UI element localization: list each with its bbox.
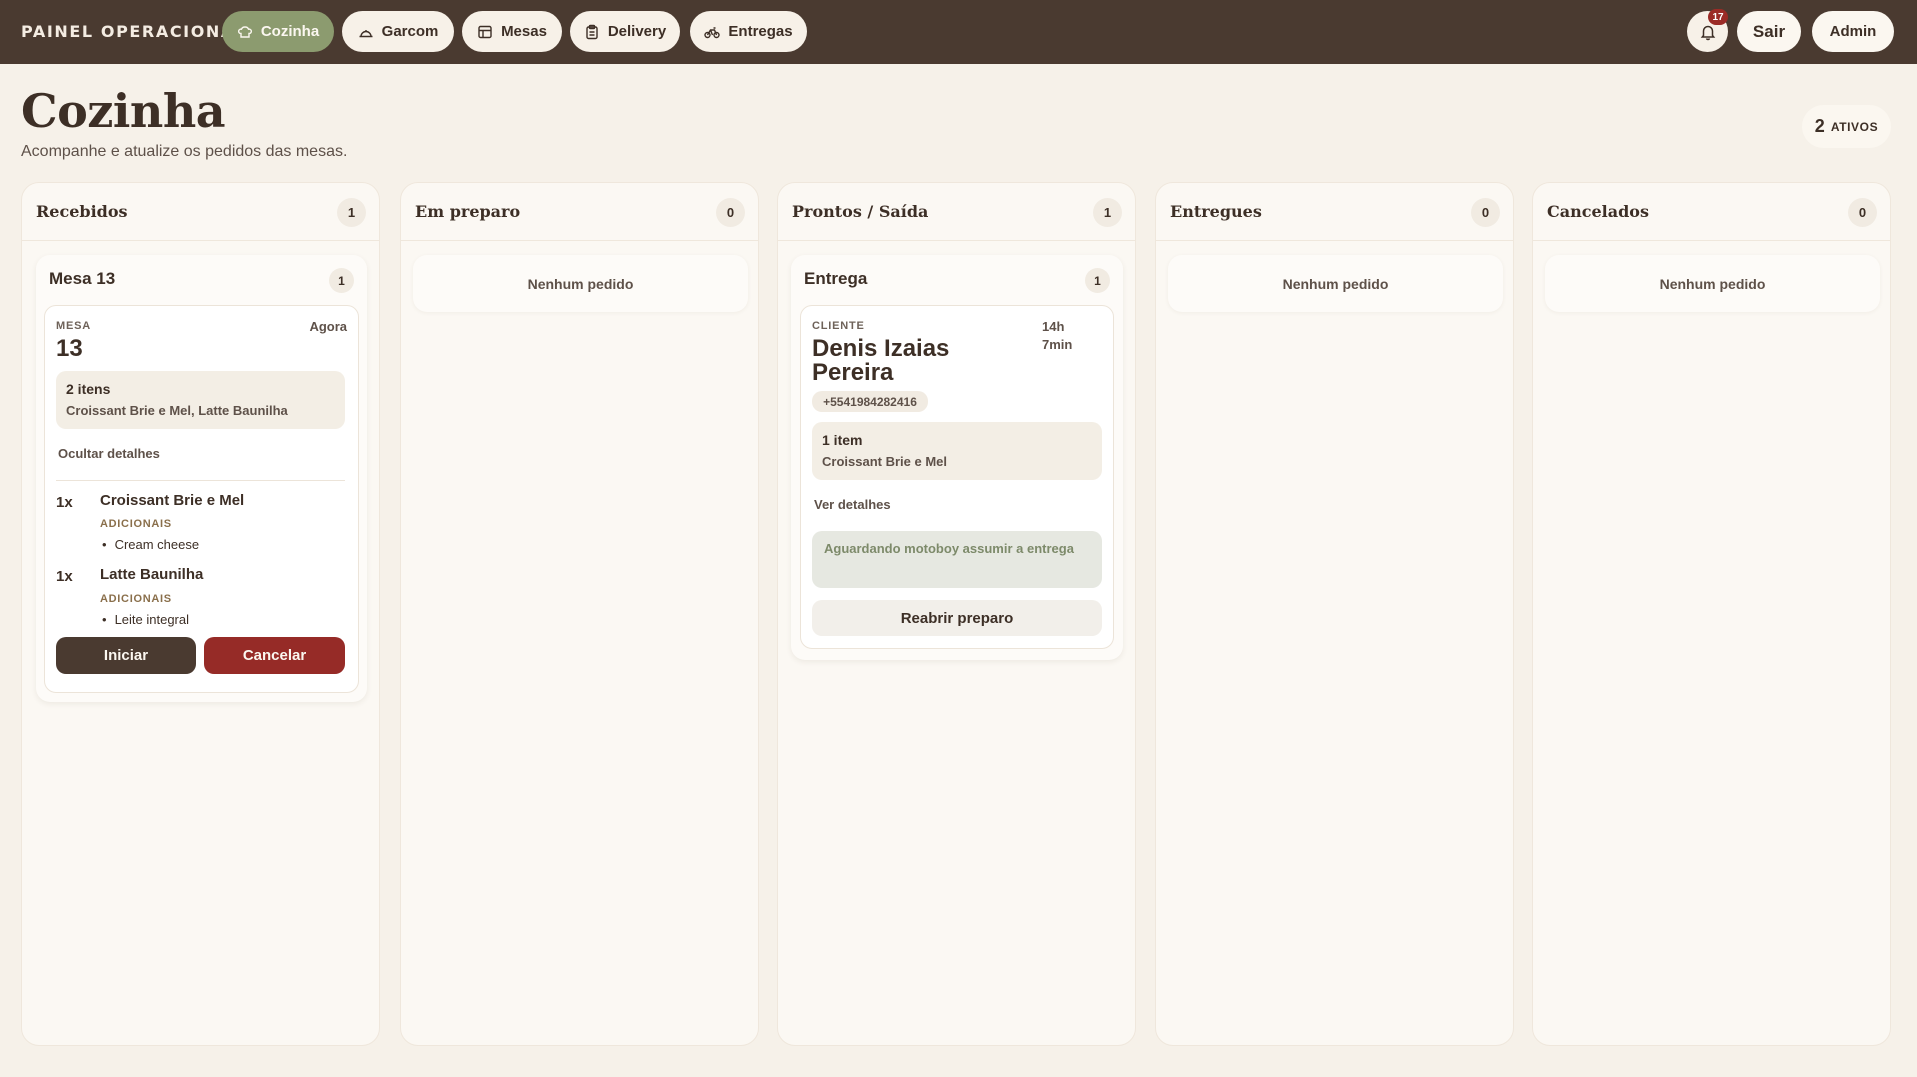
toggle-details-link[interactable]: Ver detalhes [814, 497, 891, 512]
order-type-label: CLIENTE [812, 320, 865, 332]
client-name-line1: Denis Izaias [812, 335, 950, 362]
waiting-status: Aguardando motoboy assumir a entrega [812, 531, 1102, 588]
addon-item: Leite integral [102, 612, 189, 627]
item-qty: 1x [56, 568, 73, 585]
order-group-entrega: Entrega 1 CLIENTE Denis Izaias Pereira 1… [791, 255, 1123, 660]
notification-count-badge: 17 [1708, 9, 1728, 25]
column-header: Prontos / Saída 1 [778, 183, 1135, 241]
items-names: Croissant Brie e Mel [822, 454, 947, 469]
column-count: 0 [716, 198, 745, 227]
nav-label: Entregas [728, 23, 793, 40]
column-header: Entregues 0 [1156, 183, 1513, 241]
divider [56, 480, 345, 481]
item-qty: 1x [56, 494, 73, 511]
nav-tab-entregas[interactable]: Entregas [690, 11, 807, 52]
group-count: 1 [1085, 268, 1110, 293]
logout-button[interactable]: Sair [1737, 11, 1801, 52]
clipboard-icon [586, 24, 598, 39]
items-names: Croissant Brie e Mel, Latte Baunilha [66, 403, 288, 418]
table-number: 13 [56, 335, 83, 362]
chef-hat-icon [237, 25, 252, 38]
order-group-mesa: Mesa 13 1 MESA 13 Agora 2 itens Croissan… [36, 255, 367, 702]
order-summary: 2 itens Croissant Brie e Mel, Latte Baun… [56, 371, 345, 429]
order-card[interactable]: MESA 13 Agora 2 itens Croissant Brie e M… [44, 305, 359, 693]
cloche-icon [359, 29, 373, 37]
column-title: Em preparo [415, 202, 521, 221]
client-phone: +5541984282416 [812, 391, 928, 412]
addon-item: Cream cheese [102, 537, 200, 552]
empty-state: Nenhum pedido [1168, 255, 1503, 312]
nav-tab-mesas[interactable]: Mesas [462, 11, 562, 52]
toggle-details-link[interactable]: Ocultar detalhes [58, 446, 160, 461]
column-title: Recebidos [36, 202, 128, 221]
nav-label: Cozinha [260, 23, 320, 40]
empty-state: Nenhum pedido [1545, 255, 1880, 312]
column-title: Prontos / Saída [792, 202, 929, 221]
group-count: 1 [329, 268, 354, 293]
active-orders-badge: 2 ATIVOS [1802, 105, 1891, 148]
column-em-preparo: Em preparo 0 Nenhum pedido [400, 182, 759, 1046]
items-count: 2 itens [66, 381, 111, 397]
column-entregues: Entregues 0 Nenhum pedido [1155, 182, 1514, 1046]
elapsed-minutes: 7min [1042, 337, 1073, 352]
group-title: Mesa 13 [49, 269, 116, 288]
column-count: 0 [1471, 198, 1500, 227]
column-title: Cancelados [1547, 202, 1649, 221]
column-cancelados: Cancelados 0 Nenhum pedido [1532, 182, 1891, 1046]
group-title: Entrega [804, 269, 868, 288]
column-title: Entregues [1170, 202, 1262, 221]
column-recebidos: Recebidos 1 Mesa 13 1 MESA 13 Agora 2 it… [21, 182, 380, 1046]
active-count: 2 [1814, 116, 1825, 136]
nav-label: Mesas [501, 23, 547, 40]
addons-label: ADICIONAIS [100, 593, 172, 605]
cancel-button[interactable]: Cancelar [204, 637, 345, 674]
item-name: Croissant Brie e Mel [100, 492, 245, 509]
order-summary: 1 item Croissant Brie e Mel [812, 422, 1102, 480]
order-type-label: MESA [56, 320, 91, 332]
order-time: Agora [309, 319, 347, 334]
nav-tab-cozinha[interactable]: Cozinha [222, 11, 334, 52]
table-icon [478, 25, 492, 38]
nav-label: Delivery [607, 23, 667, 40]
column-header: Cancelados 0 [1533, 183, 1890, 241]
column-count: 1 [337, 198, 366, 227]
elapsed-hours: 14h [1042, 319, 1065, 334]
reopen-preparation-button[interactable]: Reabrir preparo [812, 600, 1102, 636]
admin-button[interactable]: Admin [1812, 11, 1894, 52]
top-bar: PAINEL OPERACIONAL Cozinha Garcom Mesas … [0, 0, 1917, 64]
page-subtitle: Acompanhe e atualize os pedidos das mesa… [21, 143, 348, 160]
column-count: 1 [1093, 198, 1122, 227]
nav-tab-delivery[interactable]: Delivery [570, 11, 680, 52]
client-name-line2: Pereira [812, 359, 894, 386]
order-card[interactable]: CLIENTE Denis Izaias Pereira 14h 7min +5… [800, 305, 1114, 649]
bell-icon [1700, 25, 1715, 40]
nav-label: Garcom [381, 23, 439, 40]
column-prontos-saida: Prontos / Saída 1 Entrega 1 CLIENTE Deni… [777, 182, 1136, 1046]
column-header: Em preparo 0 [401, 183, 758, 241]
empty-state: Nenhum pedido [413, 255, 748, 312]
start-button[interactable]: Iniciar [56, 637, 196, 674]
nav-tab-garcom[interactable]: Garcom [342, 11, 454, 52]
addons-label: ADICIONAIS [100, 518, 172, 530]
brand-title: PAINEL OPERACIONAL [21, 22, 247, 41]
column-count: 0 [1848, 198, 1877, 227]
page-title: Cozinha [21, 84, 226, 138]
items-count: 1 item [822, 432, 863, 448]
item-name: Latte Baunilha [100, 566, 204, 583]
active-label: ATIVOS [1830, 119, 1879, 134]
bike-icon [704, 26, 721, 38]
column-header: Recebidos 1 [22, 183, 379, 241]
